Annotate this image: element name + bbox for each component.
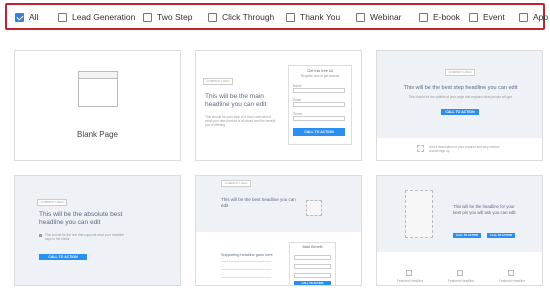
cta-button[interactable]: CALL TO ACTION — [441, 109, 479, 115]
image-placeholder — [405, 190, 433, 238]
filter-event[interactable]: Event — [469, 11, 505, 23]
checkbox-icon[interactable] — [519, 12, 528, 22]
filter-label: App — [533, 12, 549, 22]
name-field[interactable] — [293, 88, 345, 93]
template-headline: This will be the best headline you can e… — [221, 197, 296, 208]
filter-label: Thank You — [300, 12, 341, 22]
image-placeholder — [417, 145, 424, 152]
signup-form: Main Benefit CALL TO ACTION — [289, 242, 336, 285]
template-card-3[interactable]: COMPANY LOGO This will be the best step … — [376, 50, 543, 161]
filter-ebook[interactable]: E-book — [419, 11, 460, 23]
feature-headline: Featured Headline — [396, 279, 424, 283]
image-placeholder — [306, 200, 322, 216]
check-icon — [39, 234, 42, 237]
filter-label: Webinar — [370, 12, 402, 22]
filter-label: Lead Generation — [72, 12, 136, 22]
blank-page-label: Blank Page — [77, 130, 118, 139]
template-filter-bar: All Lead Generation Two Step Click Throu… — [5, 3, 548, 30]
feature-headline: Featured Headline — [498, 279, 526, 283]
form-title: Get this free kit — [307, 69, 333, 73]
text-line — [221, 269, 271, 270]
checkbox-icon[interactable] — [15, 12, 24, 22]
checkbox-icon[interactable] — [469, 12, 478, 22]
logo-placeholder: COMPANY LOGO — [221, 180, 251, 187]
cta-button-secondary[interactable]: CALL TO ACTION — [487, 233, 515, 238]
filter-label: E-book — [433, 12, 460, 22]
form-field[interactable] — [294, 264, 331, 269]
bullet-text: This should be the text that supports wh… — [45, 233, 125, 241]
filter-webinar[interactable]: Webinar — [356, 11, 402, 23]
phone-field[interactable] — [293, 116, 345, 121]
footer-note: Add a description of your product and wh… — [429, 145, 500, 153]
email-field[interactable] — [293, 102, 345, 107]
filter-app[interactable]: App — [519, 11, 548, 23]
checkbox-icon[interactable] — [419, 12, 428, 22]
cta-button[interactable]: CALL TO ACTION — [294, 281, 331, 285]
cta-button-primary[interactable]: CALL TO ACTION — [453, 233, 481, 238]
filter-thank-you[interactable]: Thank You — [286, 11, 340, 23]
feature-image — [406, 270, 412, 276]
hero-section: This will be the headline for your best … — [377, 176, 542, 252]
template-card-4[interactable]: COMPANY LOGO This will be the absolute b… — [14, 175, 181, 286]
text-line — [221, 261, 271, 262]
filter-label: Two Step — [157, 12, 193, 22]
template-card-blank[interactable]: Blank Page — [14, 50, 181, 161]
feature-image — [457, 270, 463, 276]
filter-click-through[interactable]: Click Through — [208, 11, 274, 23]
template-headline: This will be the best step headline you … — [403, 85, 518, 91]
cta-button[interactable]: CALL TO ACTION — [293, 128, 345, 136]
template-headline: This will be the headline for your best … — [453, 204, 516, 215]
footer-section: Add a description of your product and wh… — [377, 138, 542, 160]
template-card-5[interactable]: COMPANY LOGO This will be the best headl… — [195, 175, 362, 286]
template-subtitle: This should be the subtitle of your page… — [408, 95, 513, 99]
checkbox-icon[interactable] — [143, 12, 152, 22]
template-headline: This will be the main headline you can e… — [205, 93, 267, 108]
template-body: This should be your tone of a short over… — [205, 115, 276, 127]
filter-lead-generation[interactable]: Lead Generation — [58, 11, 135, 23]
signup-form: Get this free kit Register now to get ac… — [288, 65, 352, 145]
logo-placeholder: COMPANY LOGO — [37, 199, 67, 206]
checkbox-icon[interactable] — [208, 12, 217, 22]
checkbox-icon[interactable] — [286, 12, 295, 22]
feature-image — [508, 270, 514, 276]
filter-all[interactable]: All — [15, 11, 38, 23]
cta-button[interactable]: CALL TO ACTION — [39, 254, 87, 260]
filter-label: All — [29, 12, 39, 22]
feature-headline: Featured Headline — [447, 279, 475, 283]
filter-label: Click Through — [222, 12, 275, 22]
text-line — [221, 277, 271, 278]
logo-placeholder: COMPANY LOGO — [445, 69, 475, 76]
checkbox-icon[interactable] — [58, 12, 67, 22]
form-subtitle: Register now to get access — [300, 74, 340, 78]
filter-label: Event — [483, 12, 505, 22]
hero-section: COMPANY LOGO This will be the best headl… — [196, 176, 361, 232]
form-field[interactable] — [294, 273, 331, 278]
template-card-2[interactable]: COMPANY LOGO This will be the main headl… — [195, 50, 362, 161]
template-subheadline: Supporting headline goes here — [221, 253, 273, 257]
blank-page-icon — [78, 71, 118, 107]
template-card-6[interactable]: This will be the headline for your best … — [376, 175, 543, 286]
logo-placeholder: COMPANY LOGO — [203, 78, 233, 85]
template-headline: This will be the absolute best headline … — [39, 211, 123, 226]
checkbox-icon[interactable] — [356, 12, 365, 22]
form-field[interactable] — [294, 255, 331, 260]
filter-two-step[interactable]: Two Step — [143, 11, 192, 23]
form-title: Main Benefit — [302, 245, 323, 249]
